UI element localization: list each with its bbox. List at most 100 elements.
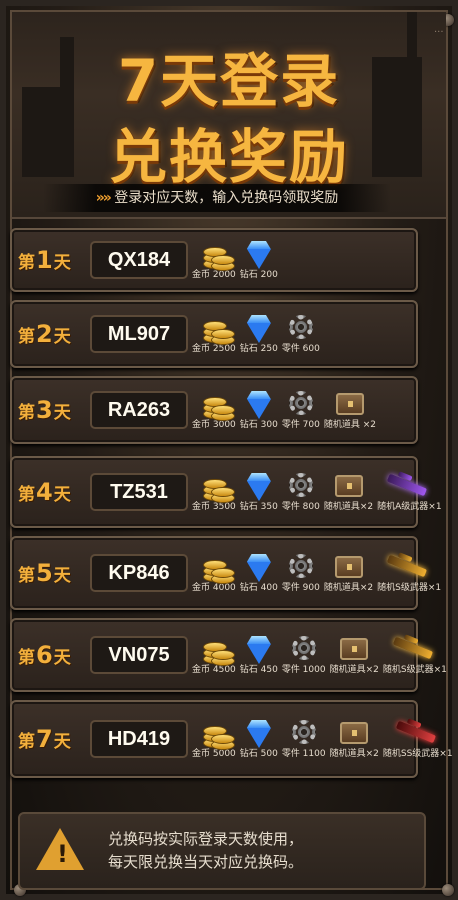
redeem-code[interactable]: KP846 xyxy=(90,554,188,592)
day-row-1: 第 1 天 QX184 金币 2000 钻石 200 xyxy=(10,228,418,292)
reward-label: 零件 1100 xyxy=(281,749,326,759)
gold-coin-icon xyxy=(197,313,235,345)
notice-line2: 每天限兑换当天对应兑换码。 xyxy=(108,853,304,871)
reward-label: 金币 3000 xyxy=(192,420,236,430)
gold-coin-icon xyxy=(197,718,235,750)
reward-label: 零件 800 xyxy=(281,502,320,512)
reward-label: 金币 5000 xyxy=(192,749,236,759)
reward-item: 随机A级武器×1 xyxy=(377,458,442,526)
reward-item: 零件 700 xyxy=(282,378,320,442)
day-prefix: 第 xyxy=(18,326,35,347)
reward-item: 零件 900 xyxy=(282,538,320,608)
exclamation-icon: ! xyxy=(57,840,68,868)
reward-item: 钻石 200 xyxy=(240,230,278,290)
diamond-icon xyxy=(242,239,276,269)
gold-coin-icon xyxy=(197,471,235,503)
redeem-code[interactable]: QX184 xyxy=(90,241,188,279)
reward-label: 随机SS级武器×1 xyxy=(382,749,453,759)
day-suffix: 天 xyxy=(53,484,71,505)
reward-item: 钻石 350 xyxy=(240,458,278,526)
day-number: 7 xyxy=(36,725,53,753)
gear-part-icon xyxy=(284,389,318,419)
page-title-line1: 7天登录 xyxy=(117,47,341,115)
day-suffix: 天 xyxy=(53,565,71,586)
reward-list: 金币 4500 钻石 450 零件 1000 随机道具×2 随机S级武器×1 xyxy=(192,620,451,690)
reward-item: 随机道具×2 xyxy=(324,538,373,608)
notice-panel: ! 兑换码按实际登录天数使用， 每天限兑换当天对应兑换码。 xyxy=(18,812,426,890)
day-number: 3 xyxy=(36,396,53,424)
day-prefix: 第 xyxy=(18,731,35,752)
day-row-6: 第 6 天 VN075 金币 4500 钻石 450 零件 1000 随机道具×2 随机S级武器… xyxy=(10,618,447,692)
reward-label: 金币 3500 xyxy=(192,502,236,512)
reward-item: 零件 600 xyxy=(282,302,320,366)
reward-label: 零件 1000 xyxy=(281,665,326,675)
reward-label: 钻石 450 xyxy=(239,665,278,675)
reward-item: 随机SS级武器×1 xyxy=(383,702,453,776)
reward-label: 随机S级武器×1 xyxy=(382,665,447,675)
day-row-3: 第 3 天 RA263 金币 3000 钻石 300 零件 700 随机道具 ×2 xyxy=(10,376,418,444)
arrows-icon: »» xyxy=(95,190,112,206)
diamond-icon xyxy=(242,718,276,748)
reward-item: 零件 800 xyxy=(282,458,320,526)
reward-item: 随机S级武器×1 xyxy=(377,538,441,608)
reward-item: 金币 2000 xyxy=(192,230,236,290)
redeem-code[interactable]: HD419 xyxy=(90,720,188,758)
treasure-chest-icon xyxy=(332,552,366,582)
reward-list: 金币 2000 钻石 200 xyxy=(192,230,282,290)
gear-part-icon xyxy=(284,552,318,582)
redeem-code[interactable]: RA263 xyxy=(90,391,188,429)
redeem-code[interactable]: ML907 xyxy=(90,315,188,353)
reward-label: 随机道具×2 xyxy=(323,502,374,512)
reward-list: 金币 3000 钻石 300 零件 700 随机道具 ×2 xyxy=(192,378,380,442)
day-number: 6 xyxy=(36,641,53,669)
reward-label: 钻石 400 xyxy=(239,583,278,593)
weapon-rifle-icon xyxy=(392,634,437,664)
weapon-rifle-icon xyxy=(387,471,431,501)
day-prefix: 第 xyxy=(18,484,35,505)
redeem-code[interactable]: VN075 xyxy=(90,636,188,674)
gold-coin-icon xyxy=(197,239,235,271)
gear-part-icon xyxy=(284,313,318,343)
reward-label: 零件 900 xyxy=(281,583,320,593)
bolt-icon xyxy=(442,884,454,896)
reward-label: 零件 700 xyxy=(281,420,320,430)
reward-item: 随机道具×2 xyxy=(324,458,373,526)
reward-list: 金币 5000 钻石 500 零件 1100 随机道具×2 随机SS级武器×1 xyxy=(192,702,457,776)
reward-item: 金币 4500 xyxy=(192,620,236,690)
treasure-chest-icon xyxy=(333,389,367,419)
reward-item: 金币 4000 xyxy=(192,538,236,608)
redeem-code[interactable]: TZ531 xyxy=(90,473,188,511)
reward-item: 钻石 400 xyxy=(240,538,278,608)
day-label: 第7天 xyxy=(18,702,71,776)
gold-coin-icon xyxy=(197,552,235,584)
more-icon[interactable]: ... xyxy=(434,24,444,35)
day-number: 2 xyxy=(36,320,53,348)
weapon-rifle-icon xyxy=(387,552,431,582)
reward-label: 钻石 250 xyxy=(239,344,278,354)
treasure-chest-icon xyxy=(332,471,366,501)
reward-label: 随机道具×2 xyxy=(329,749,379,759)
reward-label: 随机道具×2 xyxy=(329,665,379,675)
subtitle-bar: »» 登录对应天数，输入兑换码领取奖励 xyxy=(43,184,391,212)
reward-item: 随机道具×2 xyxy=(330,702,379,776)
notice-line1: 兑换码按实际登录天数使用， xyxy=(108,830,304,848)
diamond-icon xyxy=(242,389,276,419)
reward-list: 金币 4000 钻石 400 零件 900 随机道具×2 随机S级武器×1 xyxy=(192,538,445,608)
reward-label: 钻石 500 xyxy=(239,749,278,759)
notice-text: 兑换码按实际登录天数使用， 每天限兑换当天对应兑换码。 xyxy=(108,828,408,874)
gold-coin-icon xyxy=(197,634,235,666)
day-row-5: 第 5 天 KP846 金币 4000 钻石 400 零件 900 随机道具×2 随机S级武器×… xyxy=(10,536,441,610)
reward-item: 钻石 300 xyxy=(240,378,278,442)
diamond-icon xyxy=(242,552,276,582)
treasure-chest-icon xyxy=(337,718,371,748)
reward-item: 随机道具 ×2 xyxy=(324,378,376,442)
page-title-line2: 兑换奖励 xyxy=(108,123,349,191)
subtitle-text: 登录对应天数，输入兑换码领取奖励 xyxy=(114,190,339,206)
day-label: 第3天 xyxy=(18,378,71,442)
day-prefix: 第 xyxy=(18,647,35,668)
reward-item: 钻石 250 xyxy=(240,302,278,366)
reward-item: 钻石 450 xyxy=(240,620,278,690)
diamond-icon xyxy=(242,471,276,501)
day-label: 第1天 xyxy=(18,230,71,290)
reward-item: 随机S级武器×1 xyxy=(383,620,447,690)
